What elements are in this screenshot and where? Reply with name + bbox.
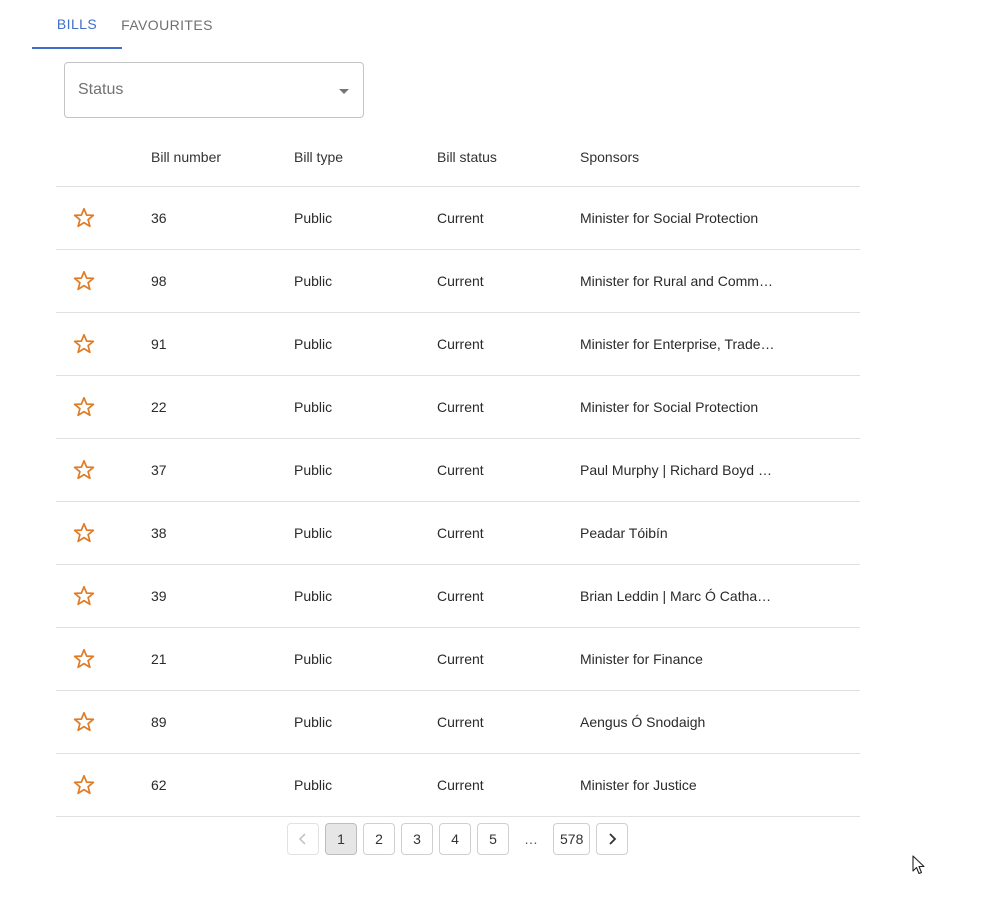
bill-type-cell: Public [294,525,333,541]
bill-status-cell: Current [437,462,484,478]
bill-type-cell: Public [294,273,333,289]
sponsors-cell: Minister for Justice [580,777,697,793]
bill-number-cell: 37 [151,462,167,478]
table-body: 36 Public Current Minister for Social Prote… [56,187,860,817]
header-sponsors[interactable]: Sponsors [580,149,777,165]
sponsors-cell: Brian Leddin | Marc Ó Cathas… [580,588,777,604]
page-button-3[interactable]: 3 [401,823,433,855]
bill-status-cell: Current [437,273,484,289]
bill-type-cell: Public [294,777,333,793]
table-row[interactable]: 22 Public Current Minister for Social Prote… [56,376,860,439]
header-bill-status[interactable]: Bill status [437,149,580,165]
bill-type-cell: Public [294,399,333,415]
next-page-button[interactable] [596,823,629,855]
sponsors-cell: Minister for Social Protection [580,399,759,415]
chevron-left-icon [298,833,306,845]
bill-number-cell: 62 [151,777,167,793]
table-row[interactable]: 36 Public Current Minister for Social Prote… [56,187,860,250]
bill-status-cell: Current [437,714,484,730]
bill-type-cell: Public [294,714,333,730]
favourite-cell [56,395,151,419]
bill-number-cell: 98 [151,273,167,289]
sponsors-cell: Minister for Enterprise, Trade … [580,336,777,352]
pagination-ellipsis: … [515,823,547,855]
star-outline-icon[interactable] [72,584,96,608]
bill-status-cell: Current [437,777,484,793]
table-row[interactable]: 98 Public Current Minister for Rural and Co… [56,250,860,313]
bill-type-cell: Public [294,210,333,226]
sponsors-cell: Minister for Finance [580,651,703,667]
star-outline-icon[interactable] [72,269,96,293]
page-button-5[interactable]: 5 [477,823,509,855]
page-button-last[interactable]: 578 [553,823,591,855]
star-outline-icon[interactable] [72,773,96,797]
favourite-cell [56,332,151,356]
page-button-1[interactable]: 1 [325,823,357,855]
star-outline-icon[interactable] [72,206,96,230]
favourite-cell [56,773,151,797]
bill-status-cell: Current [437,588,484,604]
sponsors-cell: Paul Murphy | Richard Boyd B… [580,462,777,478]
star-outline-icon[interactable] [72,332,96,356]
bill-type-cell: Public [294,336,333,352]
header-bill-number[interactable]: Bill number [151,149,294,165]
bill-status-cell: Current [437,399,484,415]
bill-status-cell: Current [437,210,484,226]
sponsors-cell: Minister for Rural and Comm… [580,273,773,289]
prev-page-button[interactable] [287,823,319,855]
star-outline-icon[interactable] [72,710,96,734]
bill-number-cell: 21 [151,651,167,667]
table-header: Bill number Bill type Bill status Sponso… [56,127,860,187]
star-outline-icon[interactable] [72,395,96,419]
star-outline-icon[interactable] [72,458,96,482]
mouse-cursor-icon [912,855,925,875]
dropdown-arrow-icon [339,89,349,94]
table-row[interactable]: 39 Public Current Brian Leddin | Marc Ó Cat… [56,565,860,628]
sponsors-cell: Aengus Ó Snodaigh [580,714,706,730]
bills-table: Bill number Bill type Bill status Sponso… [56,127,860,817]
bill-type-cell: Public [294,588,333,604]
bill-status-cell: Current [437,525,484,541]
table-row[interactable]: 38 Public Current Peadar Tóibín [56,502,860,565]
bill-type-cell: Public [294,651,333,667]
status-select-label: Status [78,81,124,98]
status-select[interactable]: Status [64,62,364,118]
bill-number-cell: 36 [151,210,167,226]
table-row[interactable]: 37 Public Current Paul Murphy | Richard Boy… [56,439,860,502]
favourite-cell [56,584,151,608]
favourite-cell [56,458,151,482]
bill-type-cell: Public [294,462,333,478]
bill-status-cell: Current [437,336,484,352]
favourite-cell [56,206,151,230]
page-button-4[interactable]: 4 [439,823,471,855]
star-outline-icon[interactable] [72,521,96,545]
pagination: 1 2 3 4 5 … 578 [287,823,634,855]
tab-bills[interactable]: BILLS [32,0,122,49]
bills-app: BILLS FAVOURITES Status Bill number Bill… [0,0,997,916]
header-bill-type[interactable]: Bill type [294,149,437,165]
tab-favourites[interactable]: FAVOURITES [121,0,212,49]
bill-status-cell: Current [437,651,484,667]
favourite-cell [56,647,151,671]
bill-number-cell: 89 [151,714,167,730]
favourite-cell [56,521,151,545]
chevron-right-icon [609,833,617,845]
sponsors-cell: Minister for Social Protection [580,210,759,226]
star-outline-icon[interactable] [72,647,96,671]
sponsors-cell: Peadar Tóibín [580,525,668,541]
bill-number-cell: 38 [151,525,167,541]
page-button-2[interactable]: 2 [363,823,395,855]
tab-bar: BILLS FAVOURITES [32,0,212,49]
bill-number-cell: 22 [151,399,167,415]
bill-number-cell: 39 [151,588,167,604]
favourite-cell [56,710,151,734]
bill-number-cell: 91 [151,336,167,352]
favourite-cell [56,269,151,293]
table-row[interactable]: 91 Public Current Minister for Enterprise, … [56,313,860,376]
table-row[interactable]: 21 Public Current Minister for Finance [56,628,860,691]
table-row[interactable]: 62 Public Current Minister for Justice [56,754,860,817]
table-row[interactable]: 89 Public Current Aengus Ó Snodaigh [56,691,860,754]
